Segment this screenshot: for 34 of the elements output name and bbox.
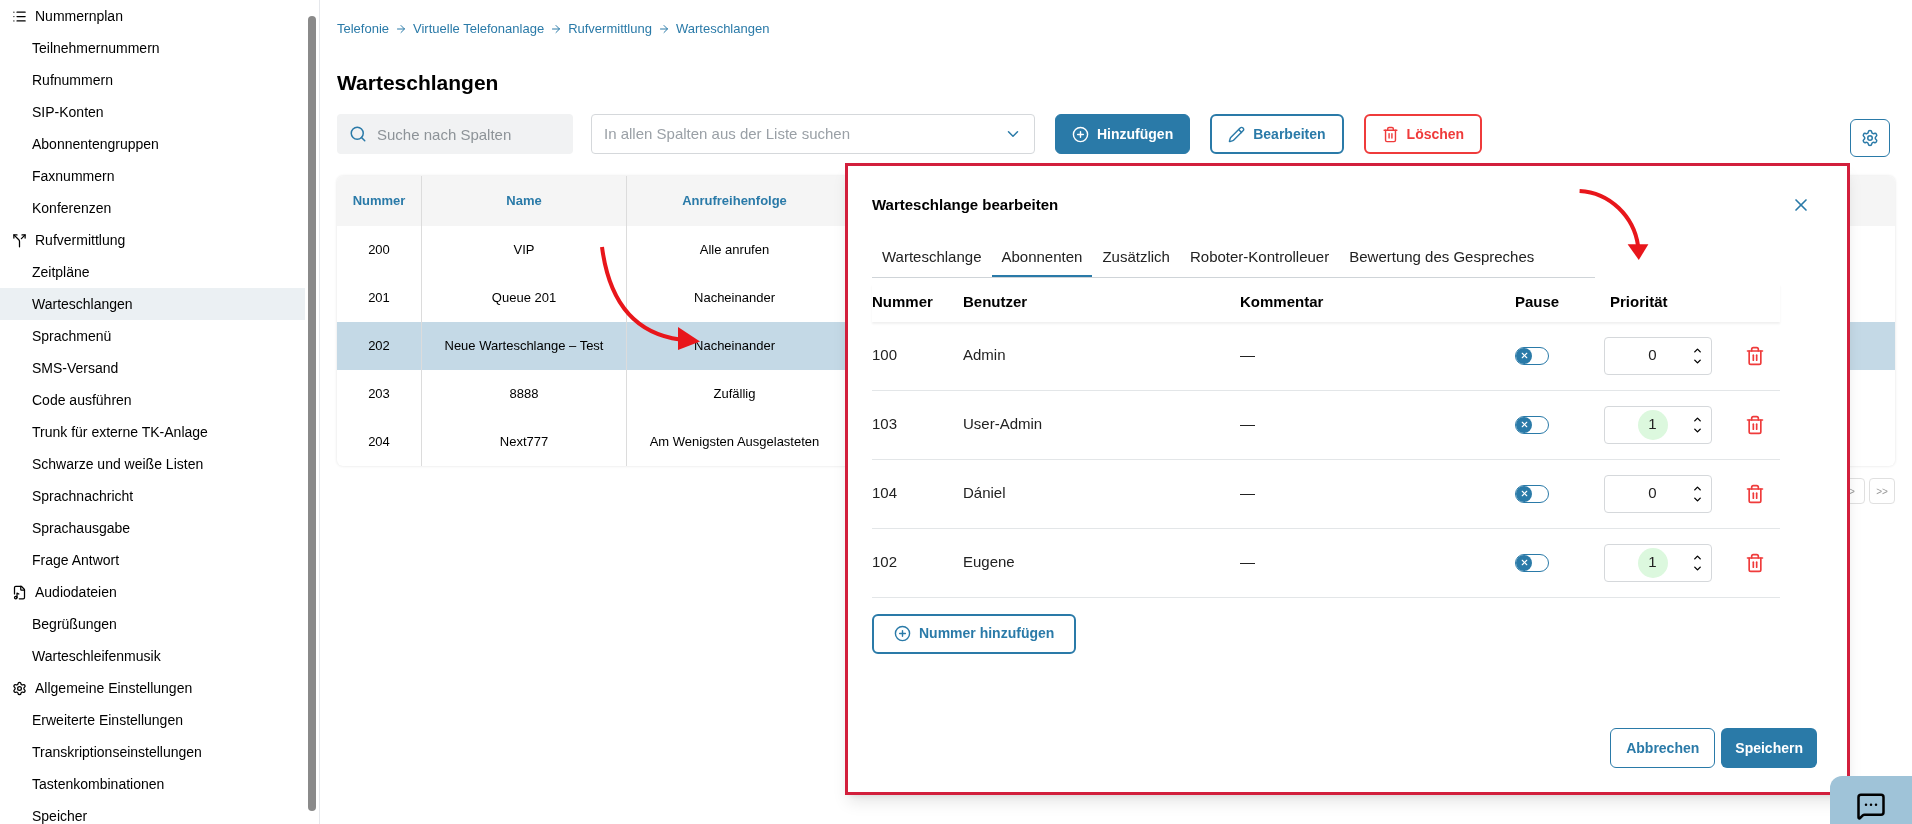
table-cell-text: Alle anrufen [699, 241, 770, 260]
comment-cell: — [1240, 415, 1255, 433]
page-title: Warteschlangen [337, 69, 500, 96]
number-cell-text: 104 [872, 483, 899, 504]
table-cell-text: Am Wenigsten Ausgelasteten [649, 433, 820, 452]
user-cell-text: Eugene [963, 552, 1016, 573]
table-cell-text: Nacheinander [694, 289, 775, 308]
table-cell-text: 201 [368, 289, 390, 308]
column-header: Benutzer [963, 292, 1029, 313]
table-cell-text: 8888 [509, 385, 539, 404]
column-header: Priorität [1610, 292, 1669, 313]
table-cell-text: Nacheinander [694, 337, 775, 356]
user-cell-text: Admin [963, 345, 1007, 366]
table-cell-text: 200 [368, 241, 390, 260]
user-cell-text: User-Admin [963, 414, 1044, 435]
number-cell-text: 102 [872, 552, 899, 573]
comment-cell: — [1240, 553, 1255, 571]
table-cell-text: VIP [513, 241, 535, 260]
column-header: Nummer [872, 292, 934, 313]
number-cell-text: 100 [872, 345, 899, 366]
table-cell-text: Neue Warteschlange – Test [444, 337, 604, 356]
comment-cell: — [1240, 484, 1255, 502]
table-cell-text: Queue 201 [491, 289, 557, 308]
table-cell-text: 204 [368, 433, 390, 452]
table-cell-text: Zufällig [713, 385, 756, 404]
table-cell-text: 203 [368, 385, 390, 404]
dialog-title: Warteschlange bearbeiten [872, 195, 1059, 215]
user-cell-text: Dániel [963, 483, 1007, 504]
column-header: Pause [1515, 292, 1561, 313]
number-cell-text: 103 [872, 414, 899, 435]
table-cell-text: 202 [368, 337, 390, 356]
table-cell-text: Next777 [499, 433, 549, 452]
comment-cell: — [1240, 346, 1255, 364]
column-header: Kommentar [1240, 292, 1325, 313]
